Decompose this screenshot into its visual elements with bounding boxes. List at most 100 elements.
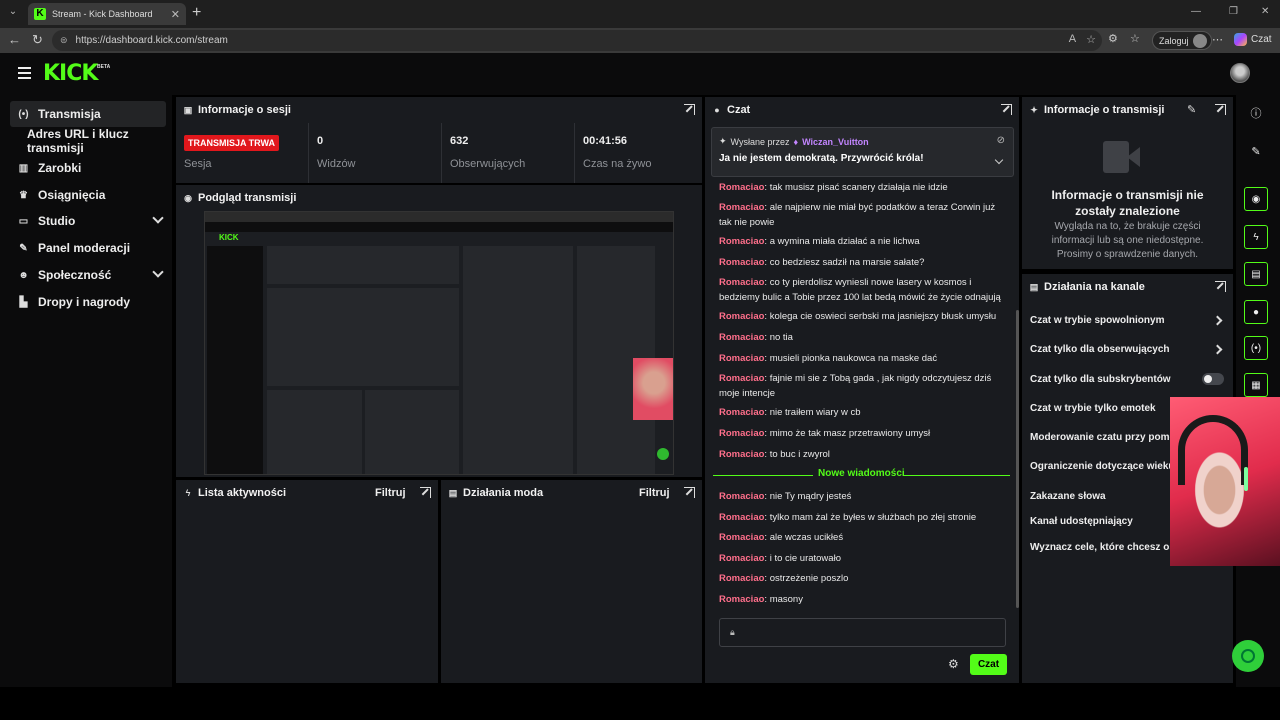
preview-mod: [365, 390, 459, 474]
browser-tabbar: ⌄ K Stream - Kick Dashboard ✕ + — ❐ ✕: [0, 0, 1280, 28]
chat-bubble-icon[interactable]: ●: [1244, 300, 1268, 324]
chat-text: tak musisz pisać scanery działaja nie id…: [769, 182, 948, 193]
filter-button[interactable]: Filtruj: [639, 487, 670, 499]
chat-message: Romaciao: masony: [719, 594, 803, 605]
extensions-icon[interactable]: ⚙: [1108, 32, 1118, 45]
chat-username[interactable]: Romaciao: [719, 332, 764, 343]
chat-message: Romaciao: nie traiłem wiary w cb: [719, 407, 861, 418]
filter-button[interactable]: Filtruj: [375, 487, 406, 499]
support-button[interactable]: [1232, 640, 1264, 672]
sidebar-item-zarobki[interactable]: ▥ Zarobki: [10, 155, 166, 181]
chat-send-button[interactable]: Czat: [970, 654, 1007, 675]
sidebar-item-url-key[interactable]: Adres URL i klucz transmisji: [20, 127, 176, 155]
action-host-channel[interactable]: Kanał udostępniający: [1030, 516, 1133, 527]
preview-activity: [267, 390, 362, 474]
popout-icon[interactable]: [420, 487, 431, 498]
chat-username[interactable]: Romaciao: [719, 353, 764, 364]
chat-username[interactable]: Romaciao: [719, 553, 764, 564]
edit-icon[interactable]: ✎: [1187, 103, 1196, 116]
copilot-button[interactable]: Czat: [1234, 33, 1272, 46]
favorite-icon[interactable]: ☆: [1086, 33, 1096, 46]
sidebar-item-dropy[interactable]: ▙ Dropy i nagrody: [10, 289, 166, 315]
user-avatar[interactable]: [1230, 63, 1250, 83]
pin-icon: ✦: [1030, 104, 1038, 115]
popout-icon[interactable]: [1001, 104, 1012, 115]
unpin-icon[interactable]: ⊘: [997, 135, 1005, 146]
info-icon[interactable]: ⓘ: [1244, 101, 1268, 125]
chat-username[interactable]: Romaciao: [719, 182, 764, 193]
action-banned-words[interactable]: Zakazane słowa: [1030, 491, 1106, 502]
preview-chat: [463, 246, 573, 474]
gear-icon[interactable]: ⚙: [948, 657, 959, 671]
close-icon[interactable]: ✕: [171, 8, 180, 21]
sidebar-item-panel-moderacji[interactable]: ✎ Panel moderacji: [10, 235, 166, 261]
trophy-icon: ♛: [19, 189, 28, 201]
edit-icon[interactable]: ✎: [1244, 139, 1268, 163]
session-panel: ▣ Informacje o sesji TRANSMISJA TRWA Ses…: [176, 97, 702, 183]
sidebar-item-spolecznosc[interactable]: ☻ Społeczność: [10, 262, 166, 288]
restore-icon[interactable]: ❐: [1229, 6, 1238, 17]
headphones-light: [1244, 467, 1248, 491]
chat-username[interactable]: Romaciao: [719, 236, 764, 247]
pinned-user[interactable]: Wiczan_Vuitton: [802, 137, 869, 147]
preview-toggle-icon[interactable]: ◉: [1244, 187, 1268, 211]
window-close-icon[interactable]: ✕: [1261, 6, 1269, 17]
sidebar-item-studio[interactable]: ▭ Studio: [10, 208, 166, 234]
chat-username[interactable]: Romaciao: [719, 491, 764, 502]
popout-icon[interactable]: [1215, 281, 1226, 292]
sidebar-item-osiagniecia[interactable]: ♛ Osiągnięcia: [10, 182, 166, 208]
browser-addressbar: ← ↻ ⊜ https://dashboard.kick.com/stream …: [0, 28, 1280, 53]
chat-username[interactable]: Romaciao: [719, 407, 764, 418]
chat-input[interactable]: 🔒︎: [719, 618, 1006, 647]
pinned-message[interactable]: ✦ Wysłane przez ♦ Wiczan_Vuitton Ja nie …: [711, 127, 1014, 177]
chat-username[interactable]: Romaciao: [719, 277, 764, 288]
chat-username[interactable]: Romaciao: [719, 373, 764, 384]
browser-tab[interactable]: K Stream - Kick Dashboard ✕: [28, 3, 186, 25]
refresh-icon[interactable]: ↻: [32, 32, 43, 48]
chat-username[interactable]: Romaciao: [719, 311, 764, 322]
lightning-icon[interactable]: ϟ: [1244, 225, 1268, 249]
broadcast-icon[interactable]: (•): [1244, 336, 1268, 360]
chat-username[interactable]: Romaciao: [719, 594, 764, 605]
subscribers-only-toggle[interactable]: [1202, 373, 1224, 385]
action-followers-only[interactable]: Czat tylko dla obserwujących: [1030, 344, 1170, 355]
action-auto-moderation[interactable]: Moderowanie czatu przy pomocy: [1030, 432, 1187, 443]
login-button[interactable]: Zaloguj: [1152, 31, 1212, 50]
chat-username[interactable]: Romaciao: [719, 573, 764, 584]
site-info-icon[interactable]: ⊜: [60, 35, 68, 46]
chat-username[interactable]: Romaciao: [719, 449, 764, 460]
channel-actions-icon[interactable]: ▦: [1244, 373, 1268, 397]
stream-preview[interactable]: KICK: [204, 211, 674, 475]
preview-logo: KICK: [219, 233, 239, 242]
chevron-down-icon[interactable]: [994, 155, 1004, 165]
stat-live-time: 00:41:56 Czas na żywo: [575, 123, 702, 185]
more-icon[interactable]: ⋯: [1212, 33, 1223, 46]
chat-username[interactable]: Romaciao: [719, 202, 764, 213]
action-emote-only[interactable]: Czat w trybie tylko emotek: [1030, 403, 1156, 414]
sidebar-item-transmisja[interactable]: (•) Transmisja: [10, 101, 166, 127]
profile-icon: [1192, 33, 1207, 48]
action-age-restriction[interactable]: Ograniczenie dotyczące wieku: [1030, 461, 1175, 472]
tab-list-icon[interactable]: ⌄: [6, 6, 20, 20]
chat-username[interactable]: Romaciao: [719, 512, 764, 523]
panel-title: Lista aktywności: [198, 487, 287, 499]
new-tab-icon[interactable]: +: [192, 4, 201, 22]
favorites-icon[interactable]: ☆: [1130, 32, 1140, 45]
kick-logo[interactable]: KICK: [43, 61, 98, 86]
menu-icon[interactable]: [18, 67, 31, 79]
popout-icon[interactable]: [684, 104, 695, 115]
chat-username[interactable]: Romaciao: [719, 428, 764, 439]
action-slow-mode[interactable]: Czat w trybie spowolnionym: [1030, 315, 1164, 326]
popout-icon[interactable]: [684, 487, 695, 498]
back-icon[interactable]: ←: [8, 32, 21, 47]
chat-message: Romaciao: co bedziesz sadził na marsie s…: [719, 257, 925, 268]
tab-title: Stream - Kick Dashboard: [52, 9, 153, 19]
chat-username[interactable]: Romaciao: [719, 257, 764, 268]
chat-scrollbar[interactable]: [1016, 310, 1019, 608]
read-aloud-icon[interactable]: A: [1069, 33, 1076, 46]
document-icon[interactable]: ▤: [1244, 262, 1268, 286]
popout-icon[interactable]: [1215, 104, 1226, 115]
url-input[interactable]: ⊜ https://dashboard.kick.com/stream A ☆: [52, 30, 1102, 51]
minimize-icon[interactable]: —: [1191, 6, 1201, 17]
chat-username[interactable]: Romaciao: [719, 532, 764, 543]
